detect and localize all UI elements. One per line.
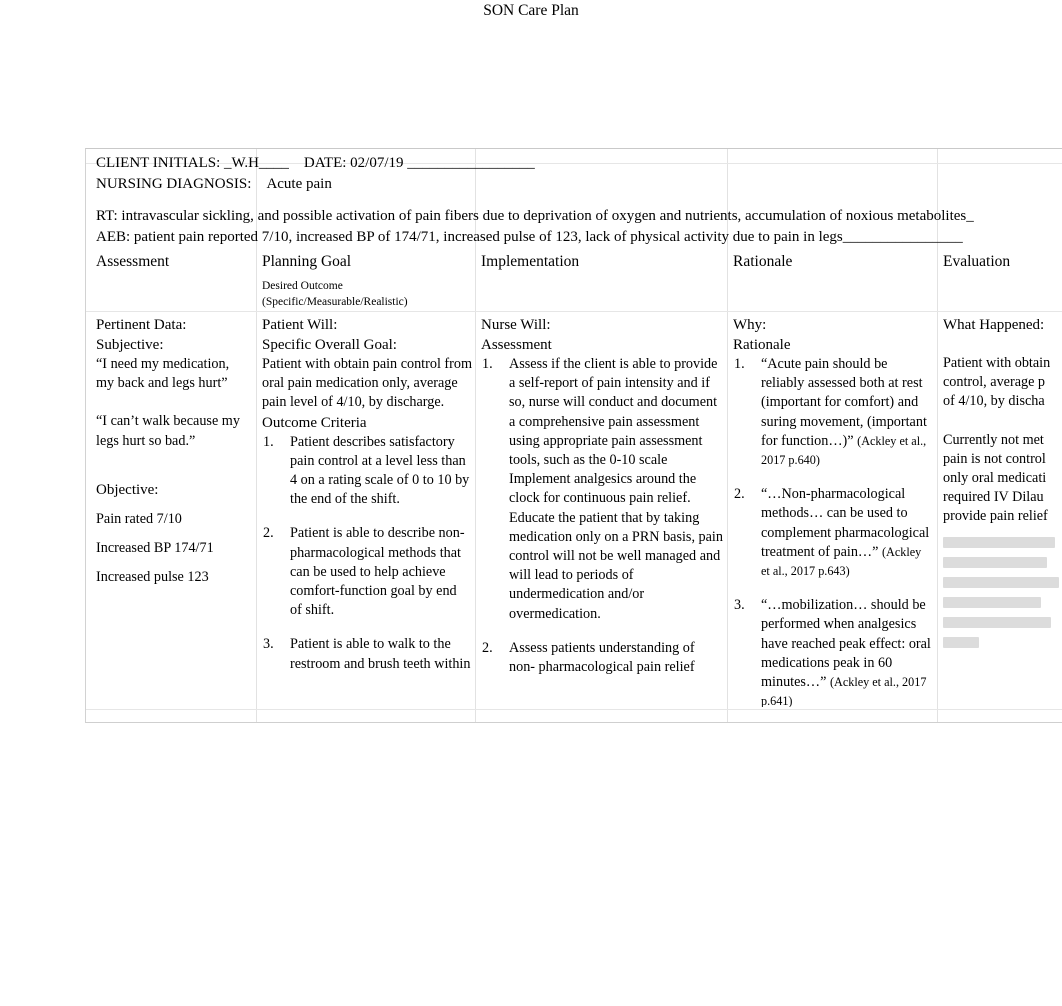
list-item: 1. Assess if the client is able to provi… [481,355,724,624]
planning-outcome-criteria-label: Outcome Criteria [262,414,367,431]
illegible-line [943,577,1059,588]
list-item-text: Patient is able to describe non-pharmaco… [290,525,465,619]
nursing-diagnosis-label-text: NURSING DIAGNOSIS: [96,175,252,192]
nursing-diagnosis-value: Acute pain [266,175,332,192]
list-item-text: Patient is able to walk to the restroom … [290,636,471,672]
list-item: 2. Assess patients understanding of non-… [481,639,724,677]
list-item: 1. Patient describes satisfactory pain c… [262,433,472,510]
related-to-line: RT: intravascular sickling, and possible… [96,208,974,224]
implementation-prompt-nurse-will: Nurse Will: [481,317,551,333]
list-marker: 2. [734,486,745,503]
list-marker: 1. [734,356,745,372]
planning-goal-text: Patient with obtain pain control from or… [262,356,472,411]
planning-prompt-patient-will: Patient Will: [262,317,338,333]
column-subheading-criteria: (Specific/Measurable/Realistic) [262,295,408,308]
evaluation-goal-line: Patient with obtain [943,355,1051,371]
list-item-text: “…mobilization… should be performed when… [761,596,933,707]
planning-prompt-specific-overall-goal: Specific Overall Goal: [262,337,397,353]
assessment-objective-item: Increased BP 174/71 [96,540,214,557]
list-item-text: Patient describes satisfactory pain cont… [290,433,470,508]
evaluation-prompt-what-happened: What Happened: [943,317,1045,333]
date-label: DATE: 02/07/19 _________________ [303,155,535,171]
column-heading-implementation: Implementation [481,252,721,271]
list-marker: 3. [734,597,745,614]
evaluation-outcome-line: pain is not control [943,450,1046,467]
list-marker: 2. [263,525,274,542]
care-plan-table: CLIENT INITIALS: _W.H____ DATE: 02/07/19… [85,148,1062,723]
column-heading-label: Implementation [481,253,580,270]
list-marker: 1. [263,433,274,450]
evaluation-outcome-line: required IV Dilau [943,489,1044,506]
cell-rationale: Why: Rationale 1. “Acute pain should be … [733,315,933,707]
rationale-prompt-rationale: Rationale [733,337,791,353]
column-heading-label: Evaluation [943,253,1011,270]
evaluation-goal-line: control, average p [943,374,1046,391]
implementation-prompt-assessment: Assessment [481,337,552,353]
illegible-text-block [943,537,1062,652]
client-initials-line: CLIENT INITIALS: _W.H____ DATE: 02/07/19… [96,153,1056,174]
list-item-text: “…Non-pharmacological methods… can be us… [761,485,933,581]
list-item: 3. “…mobilization… should be performed w… [733,596,933,707]
cell-planning-goal: Patient Will: Specific Overall Goal: Pat… [262,315,472,707]
illegible-line [943,537,1055,548]
evaluation-outcome-line: only oral medicati [943,470,1047,487]
assessment-quote-2: “I can’t walk because my legs hurt so ba… [96,413,240,449]
planning-criteria-list: 1. Patient describes satisfactory pain c… [262,433,472,674]
assessment-prompt-subjective: Subjective: [96,337,164,353]
list-item-text: Assess if the client is able to provide … [509,356,723,622]
illegible-line [943,557,1047,568]
row-divider [86,311,1062,312]
list-marker: 1. [482,356,493,372]
nursing-diagnosis-line: NURSING DIAGNOSIS: Acute pain [96,174,1056,195]
assessment-objective-item: Increased pulse 123 [96,569,209,586]
list-item-text: “Acute pain should be reliably assessed … [761,355,933,470]
cell-assessment: Pertinent Data: Subjective: “I need my m… [96,315,248,707]
list-item: 3. Patient is able to walk to the restro… [262,635,472,673]
rationale-list: 1. “Acute pain should be reliably assess… [733,355,933,707]
list-marker: 2. [482,639,493,656]
column-heading-label: Planning Goal [262,253,352,270]
column-heading-planning-goal: Planning Goal Desired Outcome (Specific/… [262,252,470,310]
rationale-prompt-why: Why: [733,317,767,333]
column-heading-label: Assessment [96,253,170,270]
list-marker: 3. [263,636,274,653]
client-initials-label: CLIENT INITIALS: _W.H____ [96,155,289,171]
illegible-line [943,597,1041,608]
row-divider [86,709,1062,710]
assessment-prompt-objective: Objective: [96,481,159,498]
column-heading-evaluation: Evaluation [943,252,1062,271]
diagnosis-header: CLIENT INITIALS: _W.H____ DATE: 02/07/19… [96,153,1056,247]
as-evidenced-by-line: AEB: patient pain reported 7/10, increas… [96,228,963,245]
list-item: 2. Patient is able to describe non-pharm… [262,524,472,620]
evaluation-outcome-line: provide pain relief [943,508,1048,525]
cell-implementation: Nurse Will: Assessment 1. Assess if the … [481,315,724,707]
page-title: SON Care Plan [483,2,579,19]
column-headings-row: Assessment Planning Goal Desired Outcome… [86,252,1062,311]
illegible-line [943,617,1051,628]
column-subheading-desired-outcome: Desired Outcome [262,280,343,292]
evaluation-outcome-line: Currently not met [943,431,1044,448]
list-item: 1. “Acute pain should be reliably assess… [733,355,933,470]
column-heading-assessment: Assessment [96,252,251,271]
assessment-objective-item: Pain rated 7/10 [96,510,182,527]
column-heading-label: Rationale [733,253,793,270]
evaluation-goal-line: of 4/10, by discha [943,393,1045,410]
list-item: 2. “…Non-pharmacological methods… can be… [733,485,933,581]
list-item-text: Assess patients understanding of non- ph… [509,639,695,676]
illegible-line [943,637,979,648]
assessment-quote-1: “I need my medication, my back and legs … [96,356,230,392]
implementation-list: 1. Assess if the client is able to provi… [481,355,724,677]
column-heading-rationale: Rationale [733,252,933,271]
assessment-prompt-pertinent-data: Pertinent Data: [96,317,187,333]
